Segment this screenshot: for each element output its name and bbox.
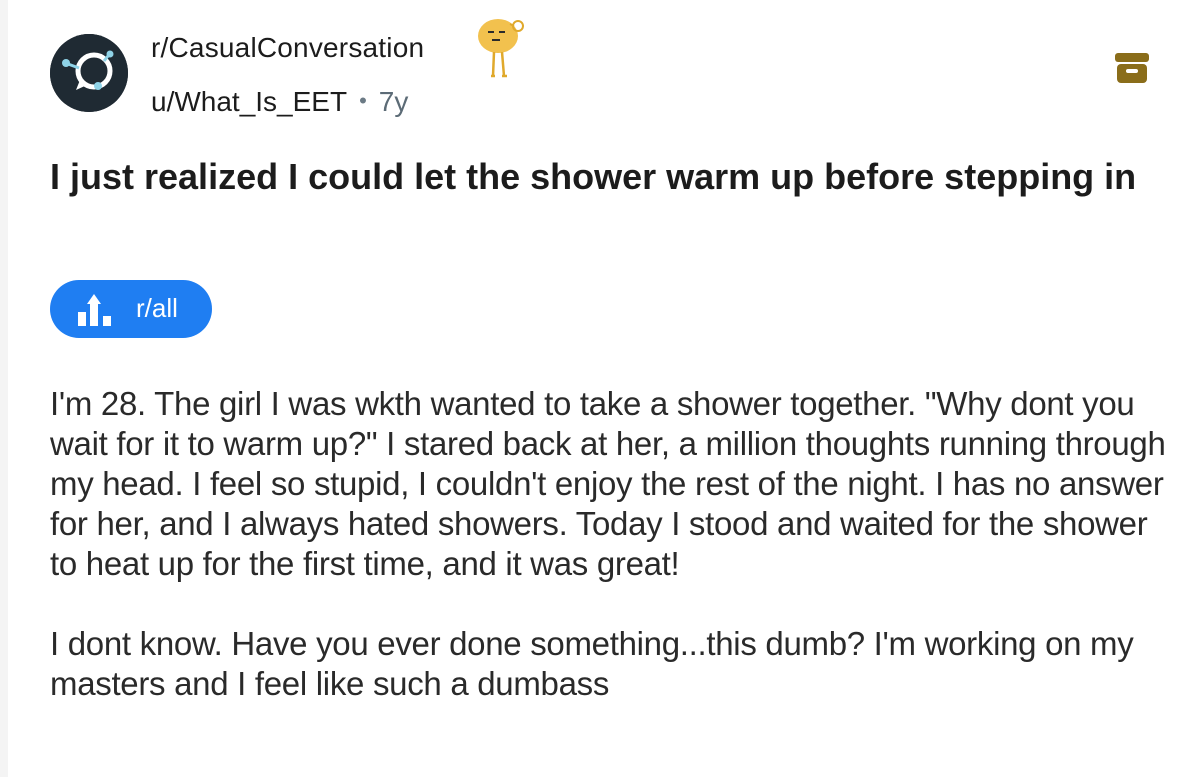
left-edge: [0, 0, 8, 777]
post-body: I'm 28. The girl I was wkth wanted to ta…: [50, 384, 1170, 744]
author-link[interactable]: u/What_Is_EET: [151, 86, 347, 117]
post-title[interactable]: I just realized I could let the shower w…: [50, 152, 1160, 202]
post-age: 7y: [378, 86, 409, 117]
body-paragraph: I'm 28. The girl I was wkth wanted to ta…: [50, 385, 1166, 582]
trending-up-icon: [78, 294, 111, 326]
snoo-mascot-icon: [474, 16, 530, 85]
flair-badge[interactable]: r/all: [50, 280, 212, 338]
meta-separator: •: [359, 88, 367, 113]
post-page: r/CasualConversation u/What_Is_EET • 7y: [0, 0, 1200, 777]
post-header: r/CasualConversation u/What_Is_EET • 7y: [50, 19, 1160, 128]
subreddit-link[interactable]: r/CasualConversation: [151, 32, 424, 64]
body-paragraph: I dont know. Have you ever done somethin…: [50, 625, 1134, 702]
archive-icon[interactable]: [1114, 52, 1150, 89]
post-meta: u/What_Is_EET • 7y: [151, 86, 408, 118]
flair-label: r/all: [136, 293, 178, 323]
subreddit-avatar-icon[interactable]: [50, 34, 128, 112]
